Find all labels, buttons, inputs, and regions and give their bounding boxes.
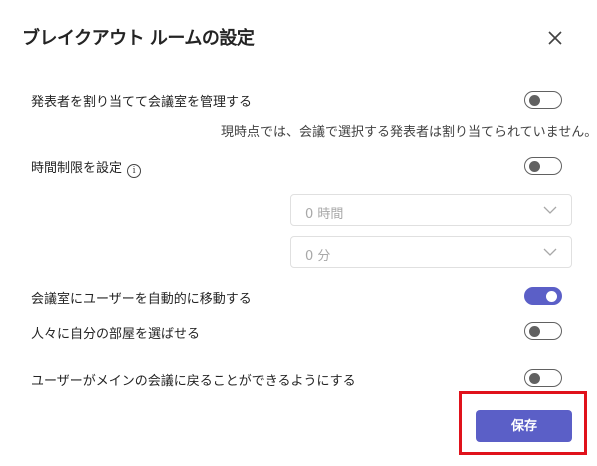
return-main-label: ユーザーがメインの会議に戻ることができるようにする [31,374,356,389]
save-button[interactable]: 保存 [476,410,572,442]
assign-presenters-description: 現時点では、会議で選択する発表者は割り当てられていません。 [221,125,597,140]
minutes-value: 0 分 [305,249,331,264]
close-icon[interactable] [545,28,565,48]
time-limit-label: 時間制限を設定 [31,161,123,176]
toggle-knob [529,326,540,337]
dialog-title: ブレイクアウト ルームの設定 [22,28,255,49]
auto-move-toggle[interactable] [524,287,562,305]
time-limit-label-row: 時間制限を設定 i [31,157,142,178]
chevron-down-icon [543,248,557,256]
auto-move-label: 会議室にユーザーを自動的に移動する [31,292,252,307]
chevron-down-icon [543,206,557,214]
choose-room-toggle[interactable] [524,322,562,340]
toggle-knob [546,291,557,302]
assign-presenters-label: 発表者を割り当てて会議室を管理する [31,95,253,110]
hours-value: 0 時間 [305,207,344,222]
toggle-knob [529,373,540,384]
toggle-knob [529,161,540,172]
toggle-knob [529,95,540,106]
hours-dropdown[interactable]: 0 時間 [290,194,572,226]
return-main-toggle[interactable] [524,369,562,387]
time-limit-toggle[interactable] [524,157,562,175]
assign-presenters-toggle[interactable] [524,91,562,109]
choose-room-label: 人々に自分の部屋を選ばせる [31,327,201,342]
minutes-dropdown[interactable]: 0 分 [290,236,572,268]
info-icon[interactable]: i [127,164,142,178]
breakout-settings-dialog: ブレイクアウト ルームの設定 発表者を割り当てて会議室を管理する 現時点では、会… [0,0,597,466]
